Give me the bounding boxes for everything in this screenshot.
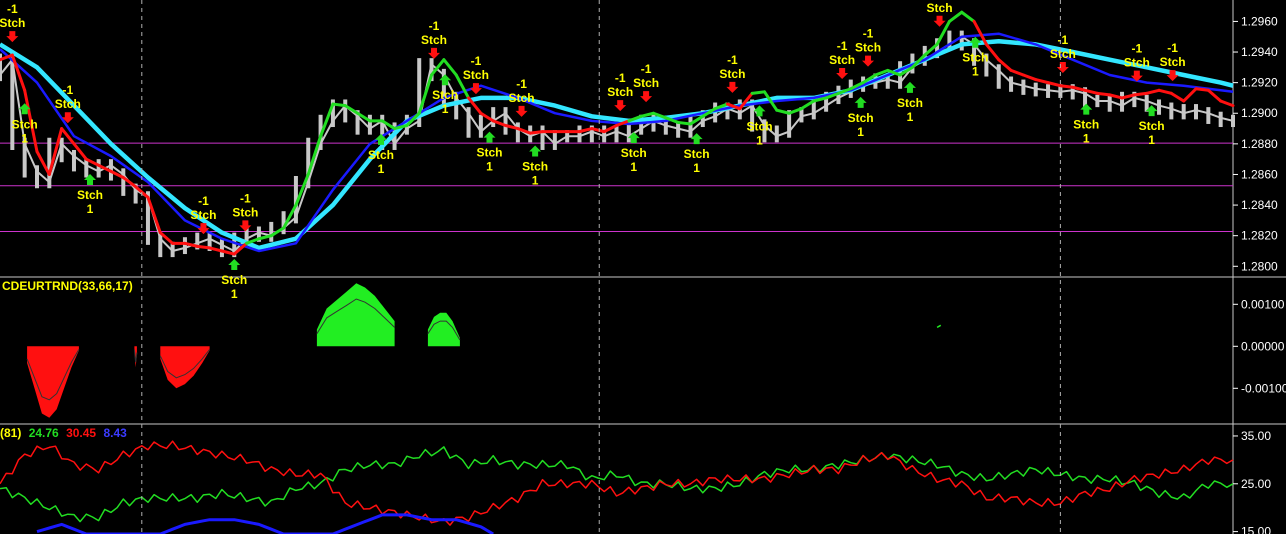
signal-label-top: Stch [12,117,38,131]
signal-label-top: Stch [1073,118,1099,132]
price-tick-label-7: 1.2820 [1241,229,1278,243]
signal-label-bottom: 1 [907,110,914,124]
signal-label-bottom: 1 [231,287,238,301]
signal-label-top: -1 [863,27,874,41]
price-tick-label-0: 1.2960 [1241,14,1278,28]
signal-label-top: Stch [476,146,502,160]
signal-label-bottom: Stch [232,205,258,219]
adx-tick-label-1: 25.00 [1241,477,1271,491]
signal-label-top: Stch [848,111,874,125]
signal-label-bottom: 1 [21,131,28,145]
signal-label-top: Stch [432,88,458,102]
signal-label-top: -1 [62,83,73,97]
signal-label-bottom: 1 [442,102,449,116]
signal-label-top: -1 [1131,42,1142,56]
signal-label-bottom: Stch [463,68,489,82]
price-tick-label-1: 1.2940 [1241,45,1278,59]
signal-label-bottom: Stch [927,1,953,15]
signal-label-top: Stch [1139,119,1165,133]
signal-label-bottom: Stch [55,97,81,111]
signal-label-bottom: Stch [1124,56,1150,70]
trend-tick-label-0: 0.00100 [1241,297,1285,311]
signal-label-top: -1 [516,77,527,91]
signal-label-top: Stch [77,188,103,202]
adx-value: 8.43 [103,426,127,440]
signal-label-top: -1 [7,2,18,16]
trend-tick-label-1: 0.00000 [1241,339,1285,353]
signal-label-bottom: Stch [633,76,659,90]
fast-ma-segment [1132,91,1149,97]
signal-label-bottom: Stch [421,33,447,47]
adx-tick-label-0: 35.00 [1241,429,1271,443]
signal-label-bottom: 1 [693,161,700,175]
signal-label-bottom: 1 [378,162,385,176]
fast-ma-segment [528,130,545,135]
signal-label-bottom: Stch [190,208,216,222]
fast-ma-segment [331,102,347,108]
signal-label-top: -1 [240,191,251,205]
signal-label-bottom: Stch [855,41,881,55]
signal-label-bottom: 1 [87,202,94,216]
fast-ma-segment [195,244,212,250]
signal-label-top: Stch [522,160,548,174]
price-tick-label-6: 1.2840 [1241,198,1278,212]
price-tick-label-5: 1.2860 [1241,167,1278,181]
signal-label-bottom: 1 [857,125,864,139]
signal-label-bottom: 1 [486,160,493,174]
price-tick-label-3: 1.2900 [1241,106,1278,120]
price-tick-label-4: 1.2880 [1241,137,1278,151]
fast-ma-segment [1058,84,1075,89]
signal-label-bottom: Stch [0,16,25,30]
signal-label-bottom: 1 [1148,133,1155,147]
signal-label-bottom: 1 [756,133,763,147]
signal-label-top: Stch [962,51,988,65]
di-minus-value: 30.45 [66,426,96,440]
signal-label-bottom: Stch [1160,55,1186,69]
signal-label-top: -1 [198,194,209,208]
signal-label-top: -1 [471,54,482,68]
signal-label-top: Stch [368,148,394,162]
fast-ma-segment [1095,91,1112,97]
signal-label-bottom: Stch [509,91,535,105]
signal-label-top: Stch [684,147,710,161]
price-tick-label-8: 1.2800 [1241,259,1278,273]
adx-tick-label-2: 15.00 [1241,525,1271,534]
fast-ma-segment [676,120,692,126]
signal-label-top: -1 [1058,33,1069,47]
signal-label-top: Stch [897,96,923,110]
trend-panel-title: CDEURTRND(33,66,17) [2,279,133,293]
signal-label-bottom: 1 [972,65,979,79]
fast-ma-segment [750,90,766,95]
di-plus-value: 24.76 [29,426,59,440]
signal-label-top: -1 [727,53,738,67]
signal-label-top: Stch [221,273,247,287]
signal-label-bottom: Stch [719,67,745,81]
chart-canvas: 1.2960 1.2940 1.2920 1.2900 1.2880 1.2860 1.28… [0,0,1286,534]
fast-ma-segment [1194,87,1210,92]
signal-label-bottom: Stch [1050,47,1076,61]
signal-label-bottom: 1 [532,174,539,188]
signal-label-bottom: Stch [607,85,633,99]
signal-label-bottom: 1 [1083,132,1090,146]
signal-label-top: Stch [621,146,647,160]
signal-label-top: -1 [1167,41,1178,55]
signal-label-top: -1 [429,19,440,33]
price-tick-label-2: 1.2920 [1241,76,1278,90]
signal-label-bottom: 1 [630,160,637,174]
adx-panel-title: (81) [0,426,21,440]
signal-label-top: -1 [837,39,848,53]
signal-label-top: -1 [615,71,626,85]
trend-tick-label-2: -0.00100 [1241,381,1286,395]
signal-label-bottom: Stch [829,53,855,67]
signal-label-top: -1 [641,62,652,76]
signal-label-top: Stch [747,119,773,133]
